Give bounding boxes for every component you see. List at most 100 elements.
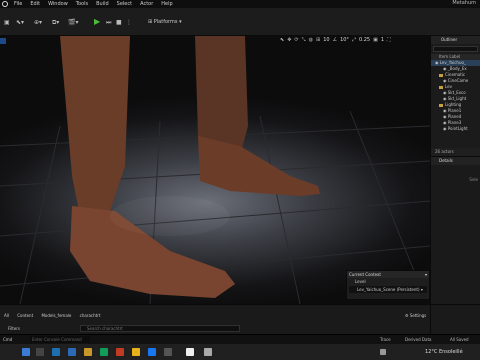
content-search-input[interactable]: Search charachtrt — [80, 325, 240, 332]
unreal-taskbar-icon[interactable] — [186, 348, 194, 356]
outliner-title: Outliner — [431, 36, 480, 44]
outliner-row-label: Cinematic — [445, 72, 466, 77]
folder-icon — [439, 85, 443, 89]
outliner-row-label: Plane1 — [447, 108, 462, 113]
breadcrumb-charachtrt[interactable]: charachtrt — [80, 313, 101, 318]
context-level-value: Lev_Yaichuo_Scene (Persistent) — [357, 287, 420, 292]
system-tray-icon[interactable] — [380, 349, 386, 355]
menu-build[interactable]: Build — [96, 1, 109, 7]
world-icon[interactable]: ◍ — [309, 37, 313, 43]
settings-button[interactable]: ⚙ Settings — [405, 312, 426, 320]
select-mode-icon[interactable]: ⬉ — [280, 37, 284, 43]
menu-tools[interactable]: Tools — [76, 1, 88, 7]
close-icon[interactable]: ▾ — [425, 271, 427, 278]
derived-data-button[interactable]: Derived Data — [405, 337, 432, 342]
scale-icon[interactable]: ⤡ — [302, 37, 306, 43]
menu-window[interactable]: Window — [48, 1, 68, 7]
search-icon[interactable] — [36, 348, 44, 356]
menu-actor[interactable]: Actor — [140, 1, 153, 7]
outliner-row-label: Lev_Yaichuo_ — [439, 60, 466, 65]
surface-snap-icon[interactable]: ⊞ — [316, 37, 320, 43]
save-icon[interactable]: ▣ — [4, 19, 10, 27]
outliner-row-label: Lighting — [445, 102, 462, 107]
camera-speed-icon[interactable]: ▣ — [373, 37, 378, 43]
grid-snap-value[interactable]: 10 — [323, 37, 329, 43]
messenger-icon[interactable] — [148, 348, 156, 356]
menu-file[interactable]: File — [14, 1, 22, 7]
camera-speed-value[interactable]: 1 — [381, 37, 384, 43]
play-icon[interactable]: ▶ — [94, 18, 100, 26]
weather-widget[interactable]: 12°C Ensoleillé — [425, 349, 463, 355]
rotate-icon[interactable]: ⟳ — [294, 37, 298, 43]
menu-bar: File Edit Window Tools Build Select Acto… — [0, 0, 480, 8]
launcher-icon[interactable] — [204, 348, 212, 356]
unreal-logo-icon — [2, 1, 8, 7]
mode-select-icon[interactable]: ⬉▾ — [16, 19, 24, 27]
details-bottom-area — [430, 304, 480, 334]
outliner-list: ◉ Lev_Yaichuo_ ◉ _Body_Ex Cinematic ◉ CineC… — [431, 60, 480, 132]
move-icon[interactable]: ✥ — [287, 37, 291, 43]
start-icon[interactable] — [22, 348, 30, 356]
cinematics-icon[interactable]: 🎬▾ — [68, 19, 78, 27]
trace-button[interactable]: Trace — [380, 337, 391, 342]
windows-taskbar: 12°C Ensoleillé — [0, 344, 480, 360]
right-foot — [198, 136, 320, 196]
scale-snap-value[interactable]: 0.25 — [359, 37, 370, 43]
outliner-row-label: PointLight — [447, 126, 468, 131]
status-bar: Cmd Enter Console Command Trace Derived … — [0, 334, 480, 344]
left-leg — [60, 36, 130, 216]
rotation-snap-value[interactable]: 10° — [340, 37, 349, 43]
cmd-label[interactable]: Cmd — [3, 337, 12, 342]
menu-help[interactable]: Help — [161, 1, 172, 7]
outliner-row-label: Skt_Light — [447, 96, 467, 101]
breadcrumb-models-female[interactable]: Models_female — [41, 313, 71, 318]
console-input[interactable]: Enter Console Command — [30, 336, 90, 343]
outliner-row-label: _Body_Ex — [447, 66, 467, 71]
current-context-panel: Current Context ▾ Level Lev_Yaichuo_Scene… — [346, 270, 430, 300]
revision-button[interactable]: All Saved — [450, 337, 469, 342]
outliner-row-label: Skt_Exco — [447, 90, 466, 95]
menu-edit[interactable]: Edit — [30, 1, 40, 7]
add-content-icon[interactable]: ⊕▾ — [34, 19, 42, 27]
folder-icon — [439, 73, 443, 77]
folder-icon — [439, 103, 443, 107]
details-hint: Sele — [469, 177, 478, 182]
outliner-row-label: Plane3 — [447, 120, 462, 125]
outliner-row-label: Plane4 — [447, 114, 462, 119]
viewport-options-icon[interactable] — [0, 38, 6, 44]
breadcrumb-all[interactable]: All — [4, 313, 9, 318]
outliner-search-input[interactable] — [433, 46, 478, 52]
chevron-down-icon: ▾ — [420, 287, 423, 292]
menu-select[interactable]: Select — [117, 1, 132, 7]
file-explorer-icon[interactable] — [84, 348, 92, 356]
scale-snap-icon[interactable]: ⤢ — [352, 37, 356, 43]
step-icon[interactable]: ⏭ — [106, 19, 111, 27]
outliner-footer: 26 actors — [431, 148, 480, 156]
taskview-icon[interactable] — [164, 348, 172, 356]
context-level-item[interactable]: Lev_Yaichuo_Scene (Persistent) ▾ — [349, 286, 427, 293]
details-panel: Details Sele — [430, 156, 480, 304]
breadcrumb-content[interactable]: Content — [17, 313, 33, 318]
settings-label: Settings — [409, 313, 427, 318]
viewport-scene — [0, 36, 430, 304]
app-icon[interactable] — [116, 348, 124, 356]
store-icon[interactable] — [100, 348, 108, 356]
outliner-row-label: Lev — [445, 84, 452, 89]
rotation-snap-icon[interactable]: ∠ — [333, 37, 337, 43]
maximize-icon[interactable]: ⛶ — [387, 37, 391, 43]
blueprint-icon[interactable]: ⧉▾ — [52, 19, 59, 27]
filters-button[interactable]: Filters — [8, 326, 20, 331]
level-viewport[interactable]: ⬉ ✥ ⟳ ⤡ ◍ ⊞ 10 ∠ 10° ⤢ 0.25 ▣ 1 ⛶ — [0, 36, 430, 304]
project-title: Metahum — [452, 0, 476, 6]
main-toolbar: ▣ ⬉▾ ⊕▾ ⧉▾ 🎬▾ ▶ ⏭ ■ ⋮ ⊞ Platforms ▾ — [0, 8, 480, 36]
context-level-label: Level — [355, 279, 366, 284]
platforms-button[interactable]: ⊞ Platforms ▾ — [148, 19, 182, 25]
viewport-toolbar: ⬉ ✥ ⟳ ⤡ ◍ ⊞ 10 ∠ 10° ⤢ 0.25 ▣ 1 ⛶ — [280, 36, 391, 44]
play-options-icon[interactable]: ⋮ — [126, 19, 132, 27]
stop-icon[interactable]: ■ — [116, 19, 122, 27]
mail-icon[interactable] — [68, 348, 76, 356]
outliner-row[interactable]: ◉ PointLight — [431, 126, 480, 132]
edge-icon[interactable] — [52, 348, 60, 356]
chrome-icon[interactable] — [132, 348, 140, 356]
content-browser: All Content Models_female charachtrt ⚙ S… — [0, 304, 430, 334]
